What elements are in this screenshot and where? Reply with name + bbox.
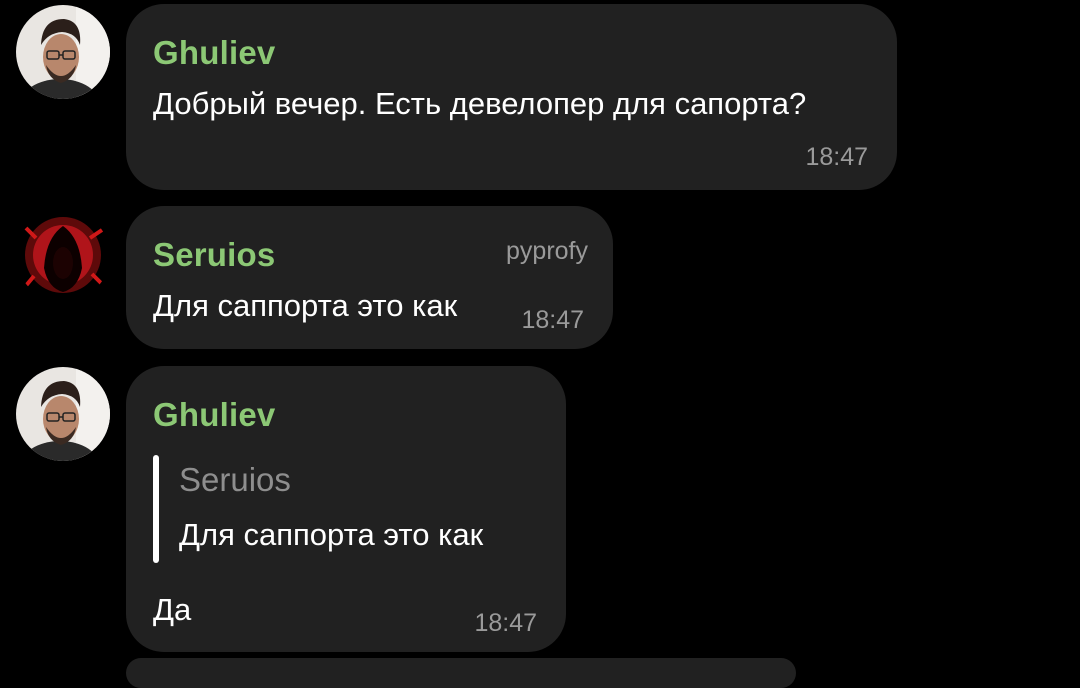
message-timestamp: 18:47: [521, 306, 584, 334]
reply-text: Для саппорта это как: [179, 517, 484, 552]
message-bubble[interactable]: Seruios pyprofy Для саппорта это как 18:…: [126, 206, 613, 349]
message-bubble[interactable]: Ghuliev Добрый вечер. Есть девелопер для…: [126, 4, 897, 190]
message-timestamp: 18:47: [805, 143, 868, 171]
sender-name[interactable]: Ghuliev: [153, 34, 275, 72]
user-avatar-icon[interactable]: [16, 5, 110, 99]
user-avatar-icon[interactable]: [16, 208, 110, 302]
reply-sender-name: Seruios: [179, 461, 291, 498]
reply-bar: [153, 455, 159, 563]
user-avatar-icon[interactable]: [16, 367, 110, 461]
message-bubble-partial[interactable]: [126, 658, 796, 688]
sender-name[interactable]: Ghuliev: [153, 396, 275, 434]
message-text: Добрый вечер. Есть девелопер для сапорта…: [153, 86, 807, 121]
message-text: Для саппорта это как: [153, 288, 458, 323]
message-row: Ghuliev Добрый вечер. Есть девелопер для…: [0, 0, 1080, 195]
message-timestamp: 18:47: [474, 609, 537, 637]
reply-quote[interactable]: Seruios Для саппорта это как: [153, 455, 553, 565]
chat-message-list[interactable]: Ghuliev Добрый вечер. Есть девелопер для…: [0, 0, 1080, 688]
message-text: Да: [153, 592, 192, 627]
sender-tag: pyprofy: [506, 237, 588, 265]
message-bubble[interactable]: Ghuliev Seruios Для саппорта это как Да …: [126, 366, 566, 652]
message-row: Seruios pyprofy Для саппорта это как 18:…: [0, 200, 1080, 355]
message-row: Ghuliev Seruios Для саппорта это как Да …: [0, 360, 1080, 658]
sender-name[interactable]: Seruios: [153, 236, 275, 274]
